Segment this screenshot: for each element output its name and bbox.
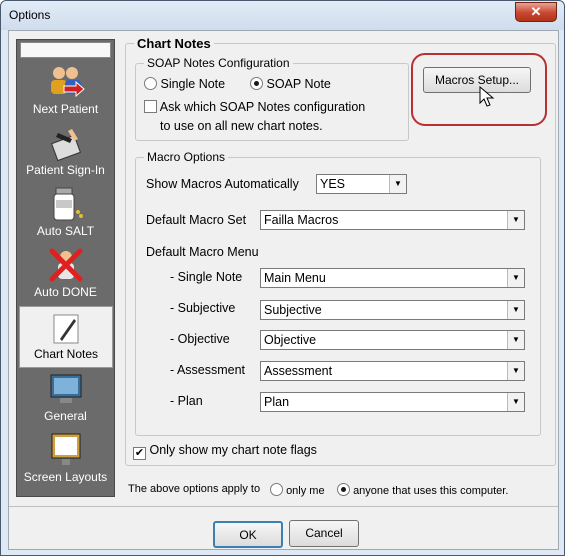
sidebar-item-auto-done[interactable]: Auto DONE: [18, 245, 113, 305]
chevron-down-icon: ▼: [507, 301, 524, 319]
sidebar-item-label: Next Patient: [32, 102, 99, 116]
default-macro-menu-label: Default Macro Menu: [146, 245, 259, 259]
single-note-menu-select[interactable]: Main Menu ▼: [260, 268, 525, 288]
sidebar-item-chart-notes[interactable]: Chart Notes: [19, 306, 113, 368]
sidebar-item-label: Screen Layouts: [23, 470, 108, 484]
sidebar-item-label: General: [44, 409, 87, 423]
title-bar[interactable]: Options ✕: [1, 1, 564, 30]
single-note-menu-label: - Single Note: [170, 270, 243, 284]
cancel-button[interactable]: Cancel: [289, 520, 359, 547]
assessment-menu-label: - Assessment: [170, 363, 246, 377]
next-patient-icon: [50, 67, 85, 98]
ask-soap-config-label-2: to use on all new chart notes.: [160, 119, 323, 133]
window-title: Options: [9, 8, 51, 22]
chevron-down-icon: ▼: [507, 211, 524, 229]
chevron-down-icon: ▼: [507, 362, 524, 380]
subjective-menu-label: - Subjective: [170, 301, 236, 315]
objective-menu-value: Objective: [264, 333, 317, 347]
chevron-down-icon: ▼: [507, 269, 524, 287]
auto-done-icon: [49, 248, 82, 282]
default-macro-set-value: Failla Macros: [264, 213, 339, 227]
apply-to-label: The above options apply to: [128, 483, 261, 495]
close-icon: ✕: [530, 4, 542, 19]
single-note-label: Single Note: [160, 77, 226, 91]
radio-circle-selected: [250, 77, 263, 90]
macro-options-title: Macro Options: [144, 150, 229, 164]
sidebar-item-label: Auto DONE: [34, 285, 97, 299]
macros-setup-button[interactable]: Macros Setup...: [423, 67, 531, 93]
footer-divider: [9, 506, 558, 507]
soap-note-radio[interactable]: SOAP Note: [250, 77, 331, 91]
screen-layouts-icon: [51, 433, 80, 465]
show-macros-select[interactable]: YES ▼: [316, 174, 407, 194]
sidebar-item-label: Chart Notes: [33, 347, 99, 361]
only-show-flags-checkbox[interactable]: ✔ Only show my chart note flags: [133, 443, 317, 460]
only-show-flags-label: Only show my chart note flags: [149, 443, 317, 457]
subjective-menu-select[interactable]: Subjective ▼: [260, 300, 525, 320]
chevron-down-icon: ▼: [507, 393, 524, 411]
radio-circle-selected: [337, 483, 350, 496]
assessment-menu-select[interactable]: Assessment ▼: [260, 361, 525, 381]
options-window: Options ✕ Next Patient Patient Sign-In A…: [0, 0, 565, 556]
only-me-label: only me: [286, 485, 325, 497]
sidebar-item-general[interactable]: General: [18, 369, 113, 429]
chevron-down-icon: ▼: [507, 331, 524, 349]
options-sidebar: Next Patient Patient Sign-In Auto SALT A…: [16, 39, 115, 497]
show-macros-value: YES: [320, 177, 346, 191]
soap-config-title: SOAP Notes Configuration: [144, 56, 293, 70]
chart-notes-title: Chart Notes: [134, 36, 214, 51]
default-macro-set-select[interactable]: Failla Macros ▼: [260, 210, 525, 230]
only-me-radio[interactable]: only me: [270, 483, 325, 497]
single-note-menu-value: Main Menu: [264, 271, 326, 285]
dialog-body: Next Patient Patient Sign-In Auto SALT A…: [8, 30, 559, 550]
objective-menu-select[interactable]: Objective ▼: [260, 330, 525, 350]
sidebar-item-auto-salt[interactable]: Auto SALT: [18, 184, 113, 244]
ask-soap-config-checkbox[interactable]: Ask which SOAP Notes configuration: [144, 100, 365, 114]
close-button[interactable]: ✕: [515, 2, 557, 22]
subjective-menu-value: Subjective: [264, 303, 322, 317]
objective-menu-label: - Objective: [170, 332, 230, 346]
sidebar-item-patient-sign-in[interactable]: Patient Sign-In: [18, 123, 113, 183]
patient-sign-in-icon: [50, 129, 81, 161]
soap-note-label: SOAP Note: [266, 77, 331, 91]
sidebar-item-label: Patient Sign-In: [26, 163, 105, 177]
check-icon: ✔: [133, 447, 146, 460]
anyone-radio[interactable]: anyone that uses this computer.: [337, 483, 508, 497]
plan-menu-select[interactable]: Plan ▼: [260, 392, 525, 412]
chevron-down-icon: ▼: [389, 175, 406, 193]
sidebar-header-box: [20, 42, 111, 58]
radio-circle: [144, 77, 157, 90]
auto-salt-icon: [53, 187, 83, 221]
ok-button[interactable]: OK: [213, 521, 283, 548]
show-macros-label: Show Macros Automatically: [146, 177, 299, 191]
assessment-menu-value: Assessment: [264, 364, 333, 378]
mouse-cursor-icon: [479, 86, 495, 107]
chart-notes-icon: [53, 314, 79, 344]
anyone-label: anyone that uses this computer.: [353, 485, 509, 497]
sidebar-item-label: Auto SALT: [36, 224, 95, 238]
default-macro-set-label: Default Macro Set: [146, 213, 247, 227]
radio-circle: [270, 483, 283, 496]
plan-menu-label: - Plan: [170, 394, 203, 408]
sidebar-item-next-patient[interactable]: Next Patient: [18, 62, 113, 122]
sidebar-item-screen-layouts[interactable]: Screen Layouts: [18, 430, 113, 490]
ask-soap-config-label-1: Ask which SOAP Notes configuration: [159, 100, 366, 114]
plan-menu-value: Plan: [264, 395, 290, 409]
single-note-radio[interactable]: Single Note: [144, 77, 225, 91]
checkbox-box: [144, 100, 157, 113]
general-monitor-icon: [50, 374, 81, 403]
